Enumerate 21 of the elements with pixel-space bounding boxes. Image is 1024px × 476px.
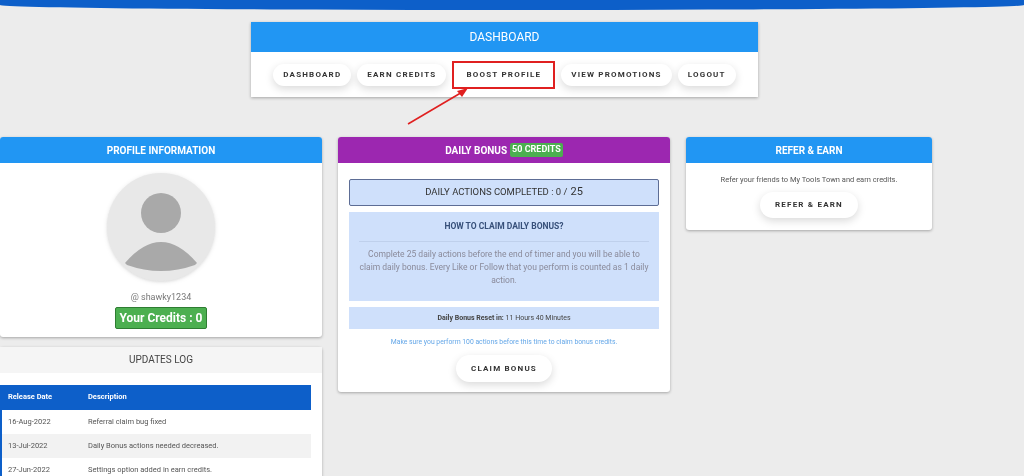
daily-bonus-label: DAILY BONUS [445, 143, 508, 158]
avatar-silhouette-icon [107, 173, 215, 281]
nav-button[interactable]: EARN CREDITS [357, 63, 447, 86]
progress-label: DAILY ACTIONS COMPLETED : 0 / [425, 185, 568, 200]
refer-button[interactable]: REFER & EARN [760, 192, 858, 219]
progress-total: 25 [570, 184, 583, 201]
refer-title: REFER & EARN [686, 137, 932, 163]
updates-title: UPDATES LOG [0, 346, 322, 373]
dashboard-title: DASHBOARD [251, 22, 758, 52]
nav-button[interactable]: BOOST PROFILE [452, 60, 556, 89]
info-title: HOW TO CLAIM DAILY BONUS? [444, 220, 564, 233]
claim-bonus-button[interactable]: CLAIM BONUS [456, 355, 552, 383]
username-text: @ shawky1234 [130, 291, 192, 304]
nav-button[interactable]: DASHBOARD [273, 63, 352, 86]
nav-button[interactable]: VIEW PROMOTIONS [561, 63, 672, 86]
info-text: Complete 25 daily actions before the end of timer and you will be able to claim daily bonus. Every Like or Follow that you perform is counted as 1 daily action. [358, 247, 650, 287]
arrow-drawing [406, 86, 470, 126]
profile-title: PROFILE INFORMATION [0, 137, 322, 163]
credits-badge: 50 CREDITS [510, 143, 563, 157]
credits-label: Your Credits : 0 [114, 306, 208, 329]
nav-button[interactable]: LOGOUT [677, 63, 736, 86]
